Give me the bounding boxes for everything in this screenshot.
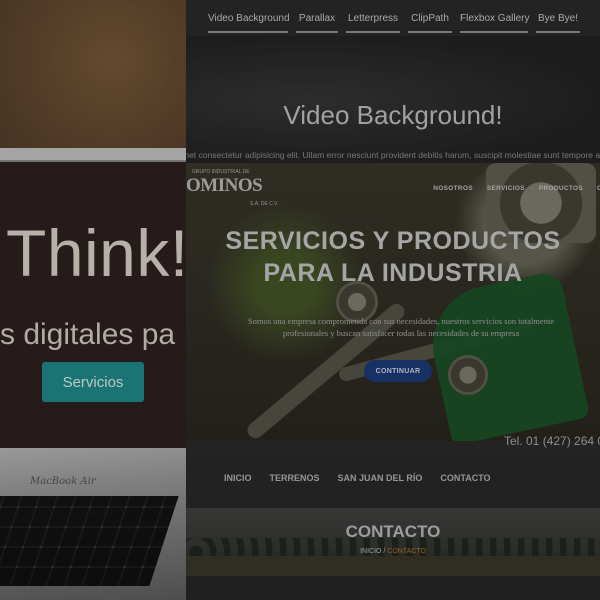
nav-san-juan-del-rio[interactable]: SAN JUAN DEL RÍO	[338, 473, 423, 483]
hero-nav-nosotros[interactable]: NOSOTROS	[433, 185, 473, 192]
page-footer-strip	[186, 576, 600, 600]
top-nav-letterpress[interactable]: Letterpress	[346, 0, 400, 33]
breadcrumb-current: CONTACTO	[387, 548, 426, 555]
gear	[448, 355, 488, 395]
hero-slogan: s digitales pa	[0, 318, 176, 351]
continuar-button[interactable]: CONTINUAR	[364, 360, 432, 382]
contact-banner: CONTACTO INICIO / CONTACTO	[186, 508, 600, 576]
page-title: Video Background!	[283, 100, 503, 130]
brand-sub-line: S.A. DE C.V.	[250, 201, 279, 207]
nav-contacto[interactable]: CONTACTO	[440, 473, 490, 483]
top-nav-video-background[interactable]: Video Background	[208, 0, 290, 33]
hero-nav: NOSOTROS SERVICIOS PRODUCTOS C	[433, 185, 600, 192]
breadcrumb: INICIO / CONTACTO	[186, 548, 600, 555]
site-preview-panel: Video Background Parallax Letterpress Cl…	[186, 0, 600, 600]
laptop-hero-panel: MacBook Air Think! s digitales pa Servic…	[0, 0, 186, 600]
hero-nav-productos[interactable]: PRODUCTOS	[539, 185, 583, 192]
hero-nav-servicios[interactable]: SERVICIOS	[487, 185, 525, 192]
hero-description: Somos una empresa comprometida con sus n…	[247, 316, 555, 338]
hero-headline: Think!	[6, 216, 186, 290]
contact-title: CONTACTO	[345, 522, 441, 541]
top-nav-parallax[interactable]: Parallax	[296, 0, 338, 33]
hero-title-line2: PARA LA INDUSTRIA	[263, 259, 523, 287]
hero-title-line1: SERVICIOS Y PRODUCTOS	[225, 227, 561, 255]
keyboard-keys	[0, 496, 179, 586]
top-nav: Video Background Parallax Letterpress Cl…	[186, 0, 600, 36]
phone-number: Tel. 01 (427) 264 0	[504, 434, 600, 448]
laptop-screen	[0, 148, 186, 460]
breadcrumb-home[interactable]: INICIO /	[360, 548, 385, 555]
field-ground	[186, 556, 600, 576]
top-nav-clippath[interactable]: ClipPath	[408, 0, 452, 33]
top-nav-flexbox-gallery[interactable]: Flexbox Gallery	[460, 0, 529, 33]
secondary-nav: INICIO TERRENOS SAN JUAN DEL RÍO CONTACT…	[186, 456, 600, 506]
nav-terrenos[interactable]: TERRENOS	[270, 473, 320, 483]
nav-inicio[interactable]: INICIO	[224, 473, 252, 483]
servicios-button[interactable]: Servicios	[42, 362, 144, 402]
brand-name: OMINOS	[186, 175, 263, 196]
brand-logo[interactable]: GRUPO INDUSTRIAL DE OMINOS S.A. DE C.V.	[186, 163, 286, 213]
laptop-keyboard-base: MacBook Air	[0, 448, 186, 600]
laptop-brand-label: MacBook Air	[30, 476, 96, 487]
industry-hero: GRUPO INDUSTRIAL DE OMINOS S.A. DE C.V. …	[186, 163, 600, 441]
hero-title: SERVICIOS Y PRODUCTOS PARA LA INDUSTRIA	[186, 225, 600, 289]
green-machine-part	[421, 270, 591, 441]
top-nav-bye-bye[interactable]: Bye Bye!	[536, 0, 580, 33]
lorem-text: met consectetur adipisicing elit. Ullam …	[186, 150, 600, 160]
